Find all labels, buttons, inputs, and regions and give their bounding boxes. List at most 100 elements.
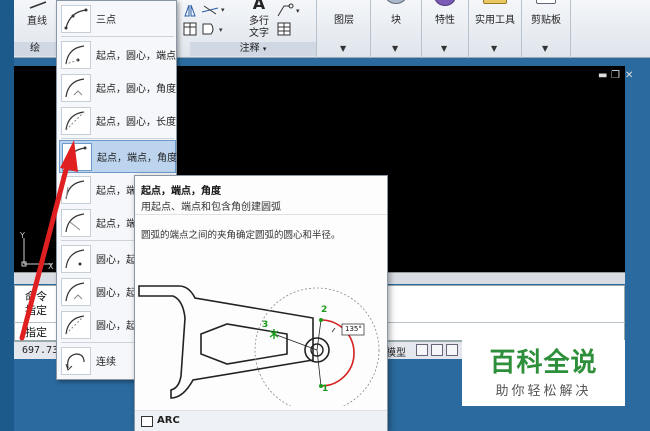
region-tool-button[interactable]: ▾	[200, 21, 228, 37]
point-2-label: 2	[321, 305, 328, 315]
arc-start-end-direction-icon	[61, 175, 91, 204]
menu-item-label: 三点	[96, 15, 116, 26]
desktop-strip	[0, 0, 14, 431]
block-icon	[385, 0, 407, 4]
clipboard-label: 剪贴板	[531, 15, 561, 26]
ribbon-separator	[316, 0, 317, 58]
minimize-icon[interactable]: ▬	[598, 70, 607, 81]
ucs-x-label: X	[48, 262, 54, 271]
menu-item-label: 连续	[96, 357, 116, 368]
watermark-subtitle: 助你轻松解决	[495, 384, 592, 399]
layout-view-button[interactable]	[446, 344, 458, 356]
chevron-down-icon: ▼	[542, 44, 549, 53]
arc-start-end-angle-item[interactable]: 起点，端点，角度	[59, 140, 177, 173]
arc-center-start-angle-icon	[61, 277, 91, 306]
chevron-down-icon: ▼	[392, 44, 399, 53]
utilities-label: 实用工具	[475, 15, 515, 26]
tooltip-footer: ARC	[135, 410, 387, 431]
arc-three-point-icon	[61, 4, 91, 33]
utilities-button[interactable]: 实用工具 ▼	[469, 0, 521, 58]
ucs-y-label: Y	[20, 231, 25, 240]
properties-icon	[434, 0, 456, 6]
layout-view-button[interactable]	[431, 344, 443, 356]
menu-item-label: 起点，圆心，长度	[96, 117, 176, 128]
multiline-text-button[interactable]: A 多行 文字	[244, 0, 274, 39]
chevron-down-icon: ▼	[340, 44, 347, 53]
leader-tool-button[interactable]: ▾	[276, 2, 304, 18]
tooltip-description: 圆弧的端点之间的夹角确定圆弧的圆心和半径。	[141, 230, 341, 241]
svg-text:▾: ▾	[219, 26, 223, 34]
menu-item-label: 起点，端	[96, 219, 136, 230]
svg-text:▾: ▾	[296, 7, 300, 15]
line-label: 直线	[27, 16, 47, 27]
layers-label: 图层	[334, 15, 354, 26]
restore-icon[interactable]: ❐	[611, 70, 620, 81]
layers-button[interactable]: 图层 ▼	[318, 0, 370, 58]
menu-separator	[61, 138, 174, 139]
watermark-title: 百科全说	[489, 348, 598, 378]
annotation-panel-text: 注释	[239, 43, 260, 54]
block-button[interactable]: 块 ▼	[371, 0, 421, 58]
menu-item-label: 起点，端点，角度	[97, 153, 177, 164]
arc-start-end-radius-icon	[61, 208, 91, 237]
arc-center-start-end-icon	[61, 244, 91, 273]
utilities-icon	[483, 0, 507, 4]
command-input[interactable]: 指定	[25, 324, 47, 340]
menu-item-label: 圆心，起	[96, 255, 136, 266]
mirror-icon	[184, 4, 196, 17]
properties-label: 特性	[435, 15, 455, 26]
block-label: 块	[391, 15, 401, 26]
close-icon[interactable]: ✕	[625, 70, 633, 81]
tooltip-title: 起点，端点，角度	[141, 186, 221, 197]
ribbon-separator	[570, 0, 571, 58]
dimension-icon: ▾	[201, 5, 225, 15]
table-insert-button[interactable]	[276, 21, 292, 37]
tooltip-divider	[135, 214, 387, 215]
arc-start-center-end-icon	[61, 40, 91, 69]
arc-start-center-angle-icon	[61, 73, 91, 102]
grid-icon	[183, 22, 197, 36]
arc-tooltip: 起点，端点，角度 用起点、端点和包含角创建圆弧 圆弧的端点之间的夹角确定圆弧的圆…	[134, 175, 388, 431]
chevron-down-icon: ▼	[441, 44, 448, 53]
arc-continue-icon	[61, 346, 91, 375]
table-tool-button[interactable]	[182, 21, 198, 37]
arc-start-end-angle-icon	[62, 142, 92, 171]
region-icon: ▾	[202, 23, 223, 35]
menu-item-label: 起点，端	[96, 186, 136, 197]
arc-center-start-length-icon	[61, 310, 91, 339]
leader-icon: ▾	[277, 3, 300, 17]
menu-item-label: 圆心，起	[96, 288, 136, 299]
arc-start-center-angle-item[interactable]: 起点，圆心，角度	[59, 71, 176, 104]
arc-start-center-end-item[interactable]: 起点，圆心，端点	[59, 38, 176, 71]
command-name: ARC	[157, 415, 180, 426]
command-icon	[141, 416, 153, 427]
arc-three-point-item[interactable]: 三点	[59, 2, 176, 35]
point-3-label: 3	[262, 320, 269, 330]
chevron-down-icon: ▾	[262, 45, 267, 53]
clipboard-icon	[536, 0, 556, 4]
multiline-text-label-2: 文字	[249, 28, 269, 39]
arc-start-center-length-item[interactable]: 起点，圆心，长度	[59, 104, 176, 137]
watermark-logo: 百科全说 助你轻松解决	[462, 340, 625, 406]
command-history-line: 指定	[25, 304, 47, 317]
menu-item-label: 圆心，起	[96, 321, 136, 332]
chevron-down-icon: ▼	[491, 44, 498, 53]
menu-item-label: 起点，圆心，端点	[96, 51, 176, 62]
layout-view-button[interactable]	[416, 344, 428, 356]
svg-text:▾: ▾	[221, 6, 225, 14]
mirror-tool-button[interactable]	[182, 2, 198, 18]
properties-button[interactable]: 特性 ▼	[422, 0, 468, 58]
tooltip-subtitle: 用起点、端点和包含角创建圆弧	[141, 202, 281, 213]
table-icon	[277, 22, 291, 36]
annotation-panel-label[interactable]: 注释 ▾	[190, 42, 316, 56]
model-space-button[interactable]: 模型	[386, 344, 406, 359]
menu-separator	[61, 36, 174, 37]
arc-start-center-length-icon	[61, 106, 91, 135]
line-icon	[29, 1, 47, 9]
clipboard-button[interactable]: 剪贴板 ▼	[522, 0, 570, 58]
menu-item-label: 起点，圆心，角度	[96, 84, 176, 95]
line-button[interactable]: 直线	[18, 0, 56, 30]
draw-panel-label[interactable]: 绘	[14, 42, 56, 56]
dimension-tool-button[interactable]: ▾	[200, 2, 228, 18]
angle-label: 135°	[345, 325, 362, 333]
